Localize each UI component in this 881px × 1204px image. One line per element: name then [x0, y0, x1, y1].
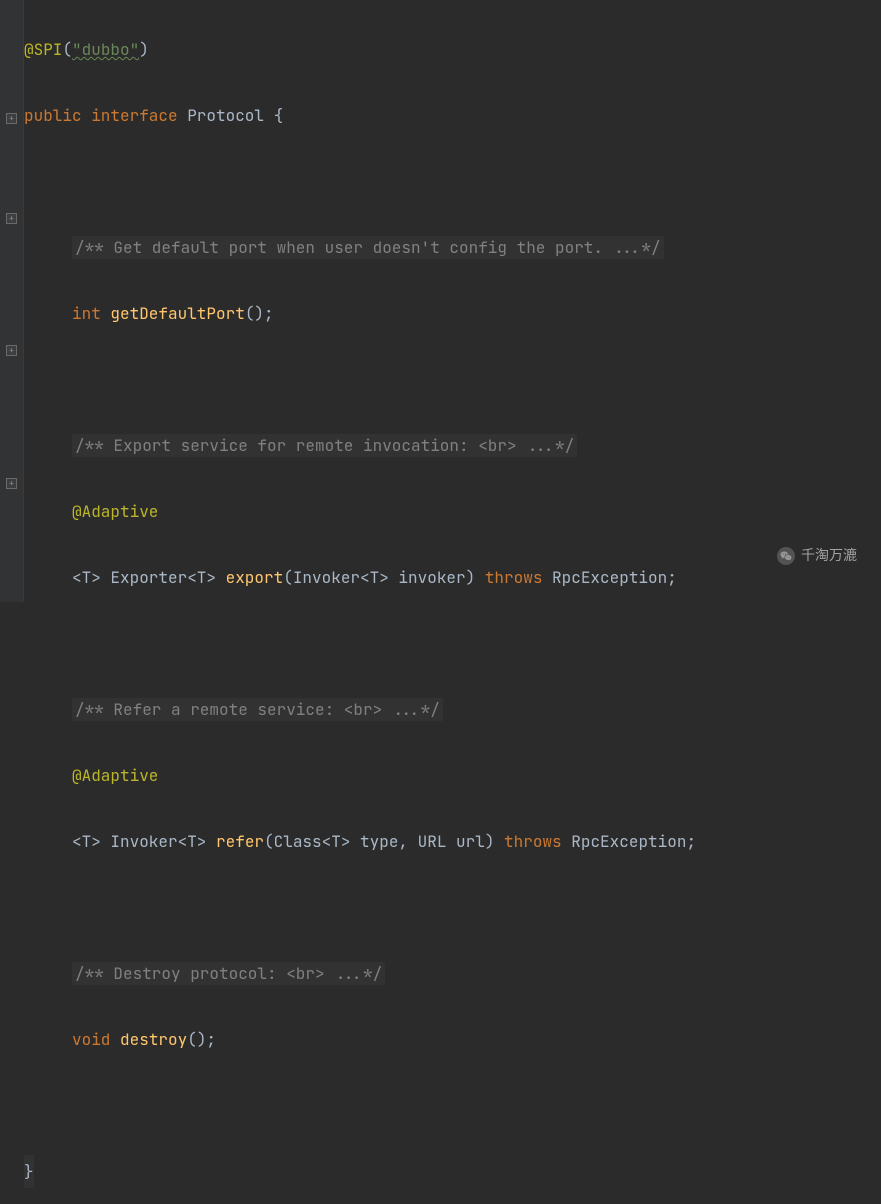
javadoc-comment: /** Refer a remote service: <br> ...*/ — [72, 698, 443, 721]
fold-marker-icon[interactable]: + — [6, 213, 17, 224]
type-keyword: int — [72, 303, 110, 324]
method-name: destroy — [120, 1029, 187, 1050]
exception: RpcException; — [552, 567, 677, 588]
type-keyword: void — [72, 1029, 120, 1050]
keyword: public interface — [24, 105, 187, 126]
generic: <T> — [72, 567, 110, 588]
throws-keyword: throws — [504, 831, 571, 852]
fold-marker-icon[interactable]: + — [6, 478, 17, 489]
gutter: + + + + — [0, 0, 24, 602]
return-type: Invoker<T> — [110, 831, 216, 852]
wechat-icon — [777, 547, 795, 565]
watermark: 千淘万漉 — [771, 537, 863, 574]
punct: (); — [245, 303, 274, 324]
fold-marker-icon[interactable]: + — [6, 345, 17, 356]
method-name: getDefaultPort — [110, 303, 244, 324]
javadoc-comment: /** Destroy protocol: <br> ...*/ — [72, 962, 385, 985]
code-editor[interactable]: + + + + @SPI("dubbo") public interface P… — [0, 0, 881, 602]
brace: { — [274, 105, 284, 126]
string-literal: "dubbo" — [72, 39, 139, 60]
brace: } — [24, 1161, 34, 1182]
code-text-area[interactable]: @SPI("dubbo") public interface Protocol … — [24, 0, 881, 602]
method-name: export — [226, 567, 284, 588]
punct: ( — [62, 39, 72, 60]
fold-marker-icon[interactable]: + — [6, 113, 17, 124]
javadoc-comment: /** Get default port when user doesn't c… — [72, 236, 664, 259]
generic: <T> — [72, 831, 110, 852]
method-name: refer — [216, 831, 264, 852]
annotation: @SPI — [24, 39, 62, 60]
watermark-text: 千淘万漉 — [801, 539, 857, 572]
annotation: @Adaptive — [72, 765, 158, 786]
return-type: Exporter<T> — [110, 567, 225, 588]
javadoc-comment: /** Export service for remote invocation… — [72, 434, 577, 457]
params: (Class<T> type, URL url) — [264, 831, 504, 852]
punct: (); — [187, 1029, 216, 1050]
params: (Invoker<T> invoker) — [283, 567, 485, 588]
punct: ) — [139, 39, 149, 60]
class-name: Protocol — [187, 105, 273, 126]
exception: RpcException; — [571, 831, 696, 852]
annotation: @Adaptive — [72, 501, 158, 522]
throws-keyword: throws — [485, 567, 552, 588]
